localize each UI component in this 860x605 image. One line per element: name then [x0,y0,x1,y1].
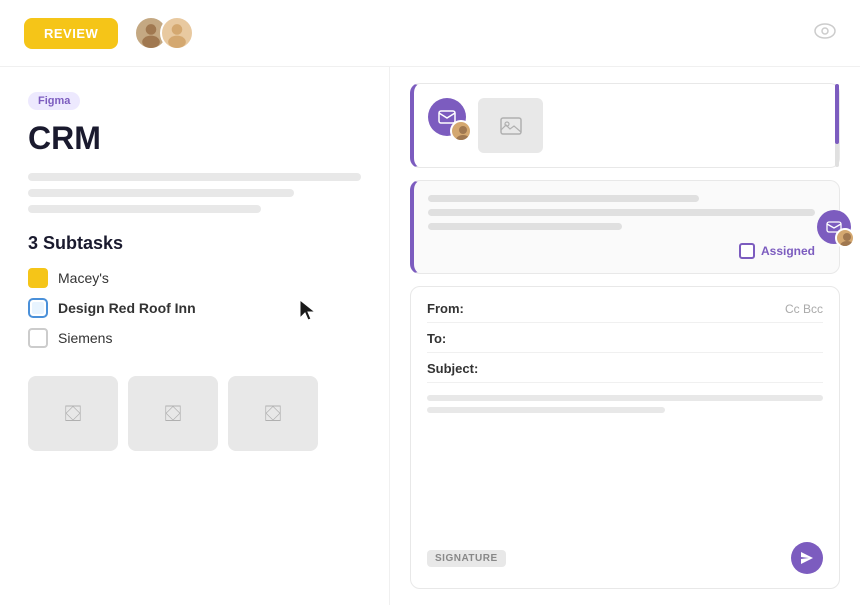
review-button[interactable]: REVIEW [24,18,118,49]
top-bar: REVIEW [0,0,860,67]
desc-line-1 [28,173,361,181]
image-thumb-2[interactable]: ⛋ [128,376,218,451]
description-lines [28,173,361,213]
compose-to-field[interactable]: To: [427,331,823,353]
figma-badge: Figma [28,92,80,110]
subtask-label-maceys: Macey's [58,270,109,286]
subtask-icon-blue [28,298,48,318]
subtask-icon-gray [28,328,48,348]
email-text-line [428,223,622,230]
assigned-checkbox[interactable] [739,243,755,259]
avatar-small-1 [450,120,472,142]
subtask-label-design-red-roof: Design Red Roof Inn [58,300,196,316]
subtask-label-siemens: Siemens [58,330,112,346]
subtask-icon-yellow [28,268,48,288]
compose-footer: SIGNATURE [427,542,823,574]
image-placeholder-icon-1: ⛋ [65,401,82,427]
list-item[interactable]: Design Red Roof Inn [28,298,361,318]
avatar-small-2 [835,228,855,248]
subtask-list: Macey's Design Red Roof Inn Siemens [28,268,361,348]
email-compose: From: Cc Bcc To: Subject: SIGNATURE [410,286,840,589]
visibility-icon[interactable] [814,22,836,45]
left-panel: Figma CRM 3 Subtasks Macey's Design Red … [0,67,390,605]
email-content-inner [478,98,553,153]
desc-line-3 [28,205,261,213]
compose-subject-field[interactable]: Subject: [427,361,823,383]
image-placeholder-icon-2: ⛋ [165,401,182,427]
image-thumb-1[interactable]: ⛋ [28,376,118,451]
compose-subject-label: Subject: [427,361,482,376]
signature-badge: SIGNATURE [427,550,506,567]
email-card-1-content [478,98,553,153]
top-bar-left: REVIEW [24,16,194,50]
email-card-2-content: Assigned [428,195,825,259]
email-text-line [428,209,815,216]
assigned-row: Assigned [428,243,815,259]
compose-from-label: From: [427,301,482,316]
scrollbar-thumb [835,84,839,144]
avatar-2 [160,16,194,50]
scrollbar[interactable] [835,84,839,167]
page-title: CRM [28,120,361,157]
compose-body[interactable] [427,395,823,413]
compose-cc-bcc[interactable]: Cc Bcc [785,302,823,316]
subtasks-heading: 3 Subtasks [28,233,361,254]
email-card-1[interactable] [410,83,840,168]
compose-from-field: From: Cc Bcc [427,301,823,323]
avatar-2-img [162,18,192,48]
assigned-label: Assigned [761,244,815,258]
image-thumb-3[interactable]: ⛋ [228,376,318,451]
list-item[interactable]: Macey's [28,268,361,288]
list-item[interactable]: Siemens [28,328,361,348]
send-button[interactable] [791,542,823,574]
desc-line-2 [28,189,294,197]
right-panel: Assigned From: Cc Bcc [390,67,860,605]
email-image-placeholder [478,98,543,153]
email-text-line [428,195,699,202]
compose-body-line [427,407,665,413]
compose-to-label: To: [427,331,482,346]
email-envelope-icon-2 [817,210,851,244]
compose-body-line [427,395,823,401]
email-card-2[interactable]: Assigned [410,180,840,274]
main-content: Figma CRM 3 Subtasks Macey's Design Red … [0,67,860,605]
image-grid: ⛋ ⛋ ⛋ [28,376,361,451]
avatar-group [134,16,194,50]
image-placeholder-icon-3: ⛋ [265,401,282,427]
